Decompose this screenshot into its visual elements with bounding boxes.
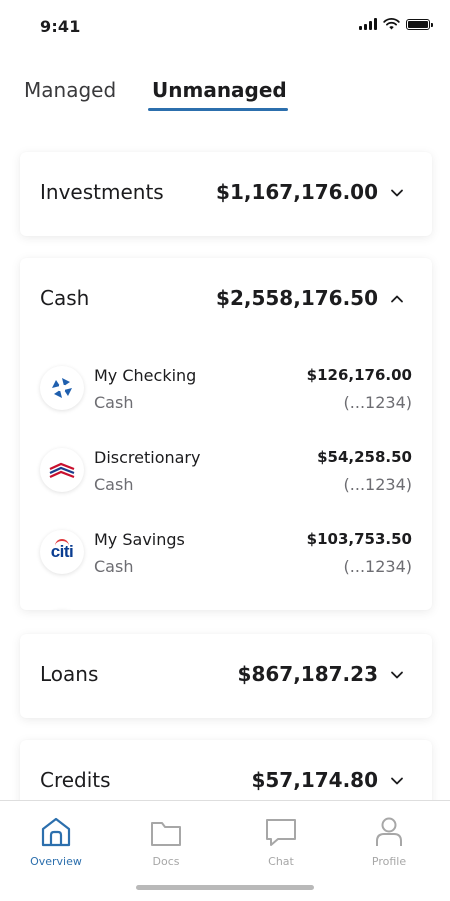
battery-icon [406, 18, 433, 30]
cash-amount: $2,558,176.50 [216, 286, 378, 310]
bank-of-america-logo [40, 448, 84, 492]
status-time: 9:41 [40, 17, 81, 36]
chase-logo [40, 366, 84, 410]
chat-bubble-icon [266, 819, 296, 846]
account-row-clipped[interactable] [20, 604, 432, 610]
cash-title: Cash [40, 286, 90, 310]
account-row-discretionary[interactable]: Discretionary Cash $54,258.50 (...1234) [20, 442, 432, 524]
account-number: (...1234) [343, 393, 412, 412]
nav-label: Profile [371, 855, 407, 868]
nav-overview[interactable]: Overview [11, 815, 101, 875]
nav-docs[interactable]: Docs [121, 815, 211, 875]
chevron-down-icon[interactable] [390, 774, 404, 788]
citi-logo-text: citi [50, 539, 74, 561]
account-row-my-checking[interactable]: My Checking Cash $126,176.00 (...1234) [20, 360, 432, 442]
account-type: Cash [94, 557, 134, 576]
home-icon [41, 817, 71, 847]
citi-logo: citi [40, 530, 84, 574]
loans-card: Loans $867,187.23 [20, 634, 432, 718]
account-name: My Checking [94, 366, 197, 385]
nav-label: Overview [30, 855, 82, 868]
tab-unmanaged[interactable]: Unmanaged [152, 78, 287, 102]
investments-header[interactable]: Investments $1,167,176.00 [20, 152, 432, 236]
wifi-icon [383, 18, 400, 30]
signal-icon [359, 18, 377, 30]
account-number: (...1234) [343, 475, 412, 494]
status-icons [359, 18, 433, 30]
account-type: Cash [94, 393, 134, 412]
investments-card: Investments $1,167,176.00 [20, 152, 432, 236]
profile-icon [376, 817, 402, 846]
account-balance: $126,176.00 [306, 366, 412, 384]
investments-amount: $1,167,176.00 [216, 180, 378, 204]
chevron-down-icon[interactable] [390, 668, 404, 682]
cash-card: Cash $2,558,176.50 My Checking Cash $126… [20, 258, 432, 610]
cash-header[interactable]: Cash $2,558,176.50 [20, 258, 432, 342]
account-row-my-savings[interactable]: citi My Savings Cash $103,753.50 (...123… [20, 524, 432, 606]
chevron-down-icon[interactable] [390, 186, 404, 200]
bottom-nav: Overview Docs Chat Profile [0, 800, 450, 901]
chevron-up-icon[interactable] [390, 292, 404, 306]
status-bar: 9:41 [0, 0, 450, 56]
nav-label: Docs [152, 855, 180, 868]
folder-icon [151, 822, 181, 846]
account-balance: $54,258.50 [317, 448, 412, 466]
loans-header[interactable]: Loans $867,187.23 [20, 634, 432, 718]
credits-title: Credits [40, 768, 111, 792]
account-name: My Savings [94, 530, 185, 549]
loans-amount: $867,187.23 [237, 662, 378, 686]
account-number: (...1234) [343, 557, 412, 576]
nav-chat[interactable]: Chat [236, 815, 326, 875]
account-balance: $103,753.50 [306, 530, 412, 548]
loans-title: Loans [40, 662, 99, 686]
home-indicator [136, 885, 314, 890]
nav-label: Chat [268, 855, 294, 868]
tab-managed[interactable]: Managed [24, 78, 116, 102]
account-type: Cash [94, 475, 134, 494]
account-name: Discretionary [94, 448, 201, 467]
investments-title: Investments [40, 180, 164, 204]
active-tab-indicator [148, 108, 288, 111]
credits-amount: $57,174.80 [251, 768, 378, 792]
nav-profile[interactable]: Profile [344, 815, 434, 875]
